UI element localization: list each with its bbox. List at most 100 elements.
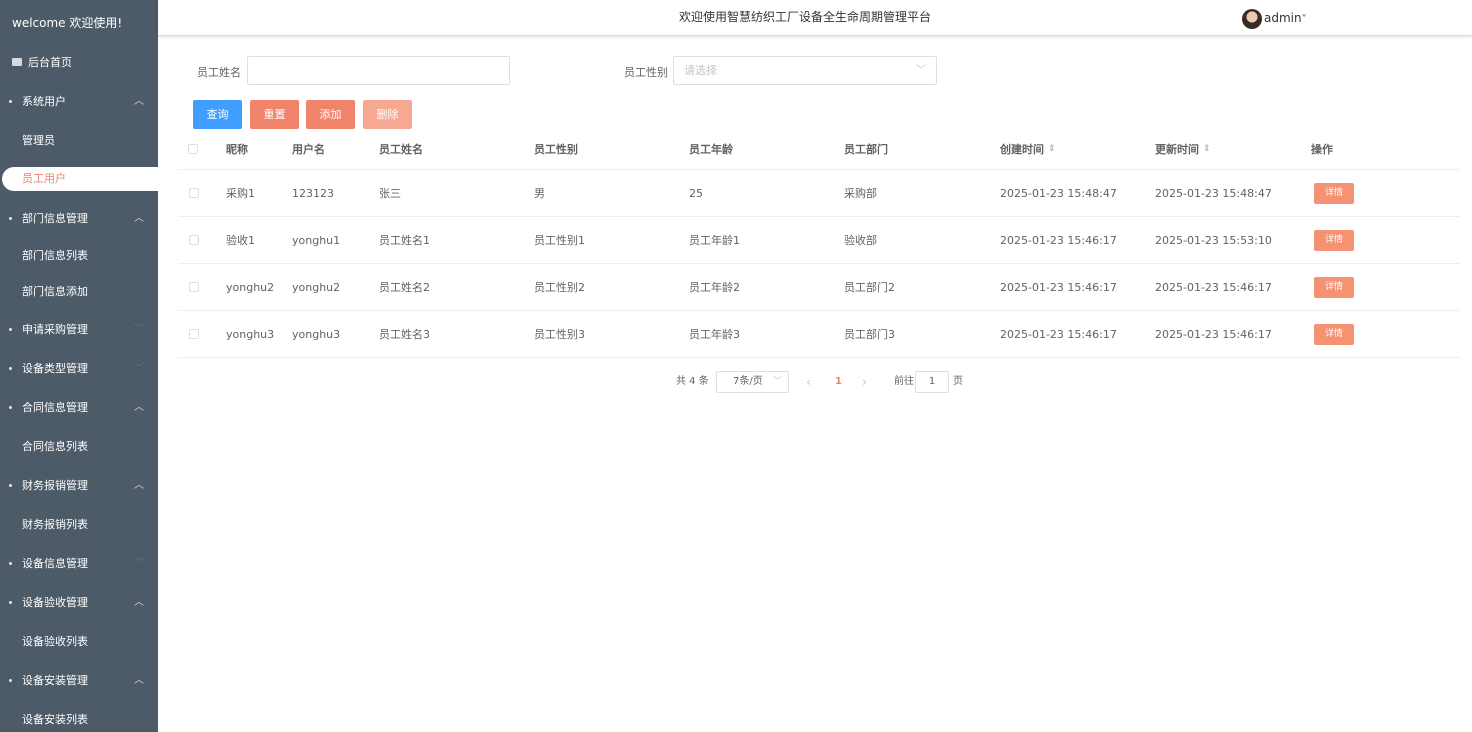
col-created[interactable]: 创建时间 ⇕ — [1000, 129, 1055, 169]
cell-gender: 员工性别3 — [534, 328, 585, 341]
row-checkbox[interactable] — [189, 329, 199, 339]
cell-dept: 员工部门2 — [844, 281, 895, 294]
sidebar-item-staff-users[interactable]: 员工用户 — [2, 167, 158, 191]
chevron-down-icon: ﹀ — [134, 363, 144, 374]
detail-button[interactable]: 详情 — [1314, 229, 1354, 251]
add-button[interactable]: 添加 — [306, 100, 355, 129]
detail-button[interactable]: 详情 — [1314, 323, 1354, 345]
sidebar-group-department[interactable]: 部门信息管理 ︿ — [0, 199, 158, 238]
sidebar-item-label: 员工用户 — [22, 172, 66, 185]
cell-name: 张三 — [379, 187, 401, 200]
sidebar-group-purchase[interactable]: 申请采购管理 ﹀ — [0, 310, 158, 349]
cell-gender: 员工性别2 — [534, 281, 585, 294]
col-dept: 员工部门 — [844, 143, 888, 156]
col-gender: 员工性别 — [534, 143, 578, 156]
sidebar-group-equipment-info[interactable]: 设备信息管理 ﹀ — [0, 544, 158, 583]
sidebar-group-label: 部门信息管理 — [22, 212, 88, 225]
cell-dept: 采购部 — [844, 187, 877, 200]
page-size-select[interactable]: 7条/页 ﹀ — [716, 371, 789, 393]
sidebar-group-acceptance[interactable]: 设备验收管理 ︿ — [0, 583, 158, 622]
sidebar-group-equipment-type[interactable]: 设备类型管理 ﹀ — [0, 349, 158, 388]
user-menu[interactable]: admin˅ — [1242, 7, 1307, 29]
page-number-current[interactable]: 1 — [835, 371, 842, 393]
cell-gender: 男 — [534, 187, 545, 200]
col-updated-label: 更新时间 — [1155, 143, 1199, 156]
goto-unit: 页 — [953, 376, 963, 387]
cell-updated: 2025-01-23 15:48:47 — [1155, 186, 1272, 200]
delete-button[interactable]: 删除 — [363, 100, 412, 129]
sidebar: welcome 欢迎使用! 后台首页 系统用户 ︿ 管理员 员工用户 部门信息管… — [0, 0, 158, 732]
sidebar-item-label: 部门信息添加 — [22, 285, 88, 298]
gender-placeholder: 请选择 — [684, 64, 717, 77]
next-page-button[interactable]: › — [862, 371, 867, 393]
top-header: 欢迎使用智慧纺织工厂设备全生命周期管理平台 admin˅ — [158, 0, 1472, 36]
detail-button-cell: 详情 — [1314, 217, 1354, 263]
sidebar-item-contract-list[interactable]: 合同信息列表 — [0, 427, 158, 466]
sidebar-item-label: 财务报销列表 — [22, 518, 88, 531]
cell-updated: 2025-01-23 15:53:10 — [1155, 233, 1272, 247]
sort-icon[interactable]: ⇕ — [1203, 144, 1210, 154]
sidebar-group-contract[interactable]: 合同信息管理 ︿ — [0, 388, 158, 427]
bullet-icon — [9, 601, 12, 604]
name-input[interactable] — [247, 56, 510, 85]
gender-select[interactable]: 请选择 ﹀ — [673, 56, 937, 85]
chevron-up-icon: ︿ — [134, 96, 144, 107]
sidebar-group-label: 设备信息管理 — [22, 557, 88, 570]
sidebar-item-label: 后台首页 — [28, 56, 72, 69]
cell-age: 员工年龄1 — [689, 234, 740, 247]
sidebar-item-finance-list[interactable]: 财务报销列表 — [0, 505, 158, 544]
sidebar-item-department-list[interactable]: 部门信息列表 — [0, 238, 158, 274]
sort-icon[interactable]: ⇕ — [1048, 144, 1055, 154]
bullet-icon — [9, 217, 12, 220]
cell-created: 2025-01-23 15:48:47 — [1000, 186, 1117, 200]
chevron-up-icon: ︿ — [134, 213, 144, 224]
cell-nickname: 验收1 — [226, 234, 255, 247]
row-checkbox[interactable] — [189, 235, 199, 245]
sidebar-item-label: 设备验收列表 — [22, 635, 88, 648]
sidebar-group-label: 设备验收管理 — [22, 596, 88, 609]
pagination-total: 共 4 条 — [676, 376, 709, 387]
sidebar-item-home[interactable]: 后台首页 — [0, 46, 158, 80]
sidebar-group-label: 申请采购管理 — [22, 323, 88, 336]
cell-dept: 验收部 — [844, 234, 877, 247]
cell-updated: 2025-01-23 15:46:17 — [1155, 280, 1272, 294]
cell-created: 2025-01-23 15:46:17 — [1000, 327, 1117, 341]
cell-age: 员工年龄2 — [689, 281, 740, 294]
col-created-label: 创建时间 — [1000, 143, 1044, 156]
sidebar-item-label: 设备安装列表 — [22, 713, 88, 726]
cell-created: 2025-01-23 15:46:17 — [1000, 280, 1117, 294]
sidebar-item-acceptance-list[interactable]: 设备验收列表 — [0, 622, 158, 661]
sidebar-group-label: 合同信息管理 — [22, 401, 88, 414]
col-updated[interactable]: 更新时间 ⇕ — [1155, 129, 1210, 169]
gender-label: 员工性别 — [624, 66, 668, 79]
page-size-value: 7条/页 — [733, 376, 763, 387]
chevron-down-icon: ﹀ — [772, 377, 782, 387]
cell-updated: 2025-01-23 15:46:17 — [1155, 327, 1272, 341]
select-all-checkbox[interactable] — [188, 144, 198, 154]
query-button[interactable]: 查询 — [193, 100, 242, 129]
sidebar-group-installation[interactable]: 设备安装管理 ︿ — [0, 661, 158, 700]
sidebar-group-system-users[interactable]: 系统用户 ︿ — [0, 82, 158, 121]
sidebar-group-finance[interactable]: 财务报销管理 ︿ — [0, 466, 158, 505]
cell-name: 员工姓名1 — [379, 234, 430, 247]
cell-gender: 员工性别1 — [534, 234, 585, 247]
row-checkbox[interactable] — [189, 188, 199, 198]
sidebar-welcome: welcome 欢迎使用! — [12, 16, 123, 30]
goto-page-input[interactable]: 1 — [915, 371, 949, 393]
prev-page-button[interactable]: ‹ — [806, 371, 811, 393]
header-checkbox-cell — [188, 129, 198, 169]
detail-button[interactable]: 详情 — [1314, 276, 1354, 298]
cell-name: 员工姓名2 — [379, 281, 430, 294]
goto-label: 前往 — [894, 376, 914, 387]
row-checkbox[interactable] — [189, 282, 199, 292]
col-age: 员工年龄 — [689, 143, 733, 156]
detail-button[interactable]: 详情 — [1314, 182, 1354, 204]
cell-age: 25 — [689, 186, 703, 200]
cell-name: 员工姓名3 — [379, 328, 430, 341]
sidebar-item-admins[interactable]: 管理员 — [0, 121, 158, 160]
reset-button[interactable]: 重置 — [250, 100, 299, 129]
col-nickname: 昵称 — [226, 143, 248, 156]
sidebar-item-installation-list[interactable]: 设备安装列表 — [0, 700, 158, 732]
monitor-icon — [12, 58, 22, 66]
sidebar-item-department-add[interactable]: 部门信息添加 — [0, 274, 158, 310]
